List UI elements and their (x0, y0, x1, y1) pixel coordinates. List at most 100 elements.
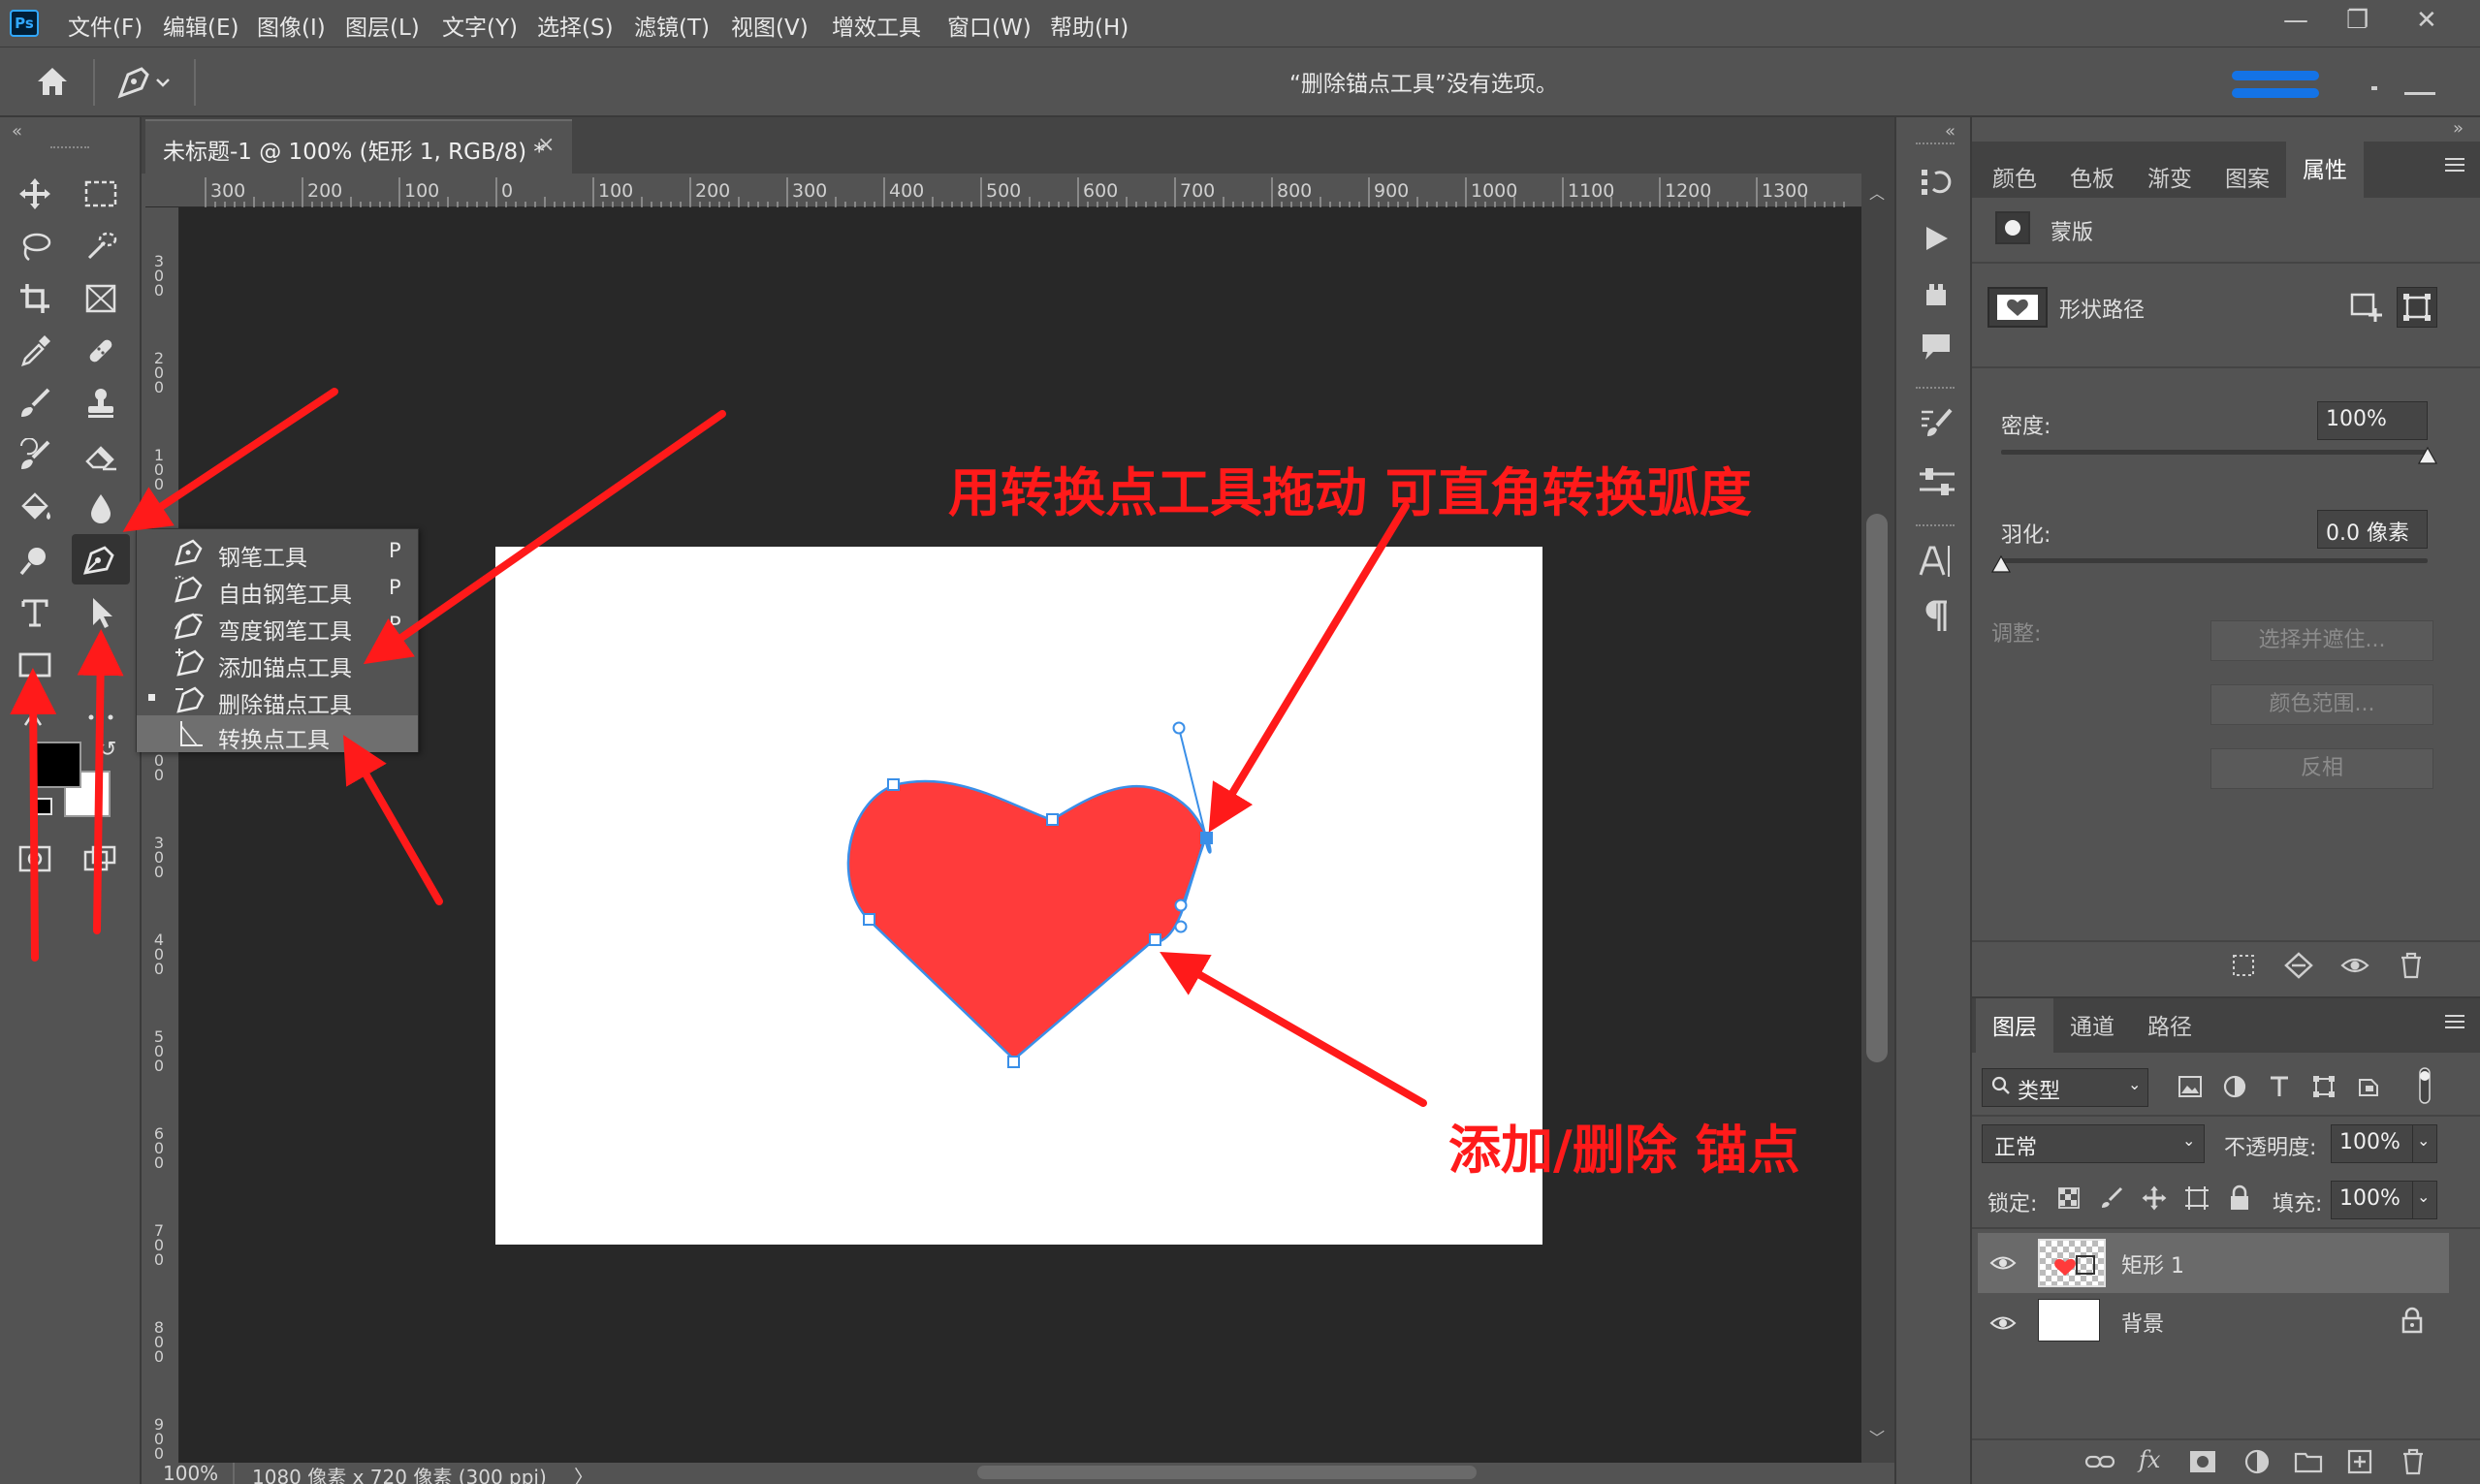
paragraph-panel-icon[interactable] (1922, 598, 1951, 633)
fill-value: 100% (2339, 1186, 2401, 1211)
shape-path-thumbnail[interactable] (1987, 287, 2048, 328)
blend-mode-select[interactable]: 正常 ⌄ (1982, 1124, 2205, 1163)
eye-icon[interactable] (1989, 1252, 2017, 1274)
density-slider-thumb[interactable] (2417, 446, 2438, 467)
tab-swatches[interactable]: 色板 (2053, 150, 2131, 199)
tab-gradients[interactable]: 渐变 (2131, 150, 2209, 199)
delete-layer-icon[interactable] (2401, 1448, 2426, 1475)
character-panel-icon[interactable] (1918, 542, 1953, 581)
add-path-mask-icon[interactable] (2350, 291, 2385, 324)
layer-row-shape[interactable]: 矩形 1 (1978, 1233, 2449, 1293)
comments-panel-icon[interactable] (1920, 331, 1953, 363)
apply-mask-icon[interactable] (2284, 952, 2313, 979)
collapse-panels-icon[interactable]: » (2453, 118, 2464, 139)
adjust-label: 调整: (1991, 622, 2042, 647)
filter-toggle-icon[interactable] (2416, 1066, 2433, 1105)
arrow-to-add-anchor (363, 410, 726, 665)
tab-paths[interactable]: 路径 (2131, 998, 2209, 1047)
adjustments-panel-icon[interactable] (1918, 466, 1956, 499)
tab-layers[interactable]: 图层 (1976, 998, 2053, 1053)
fill-label: 填充: (2273, 1192, 2323, 1216)
divider (1972, 1115, 2480, 1117)
feather-label: 羽化: (2001, 523, 2051, 548)
chevron-down-icon: ⌄ (2128, 1075, 2142, 1093)
actions-play-icon[interactable] (1922, 224, 1951, 253)
link-layers-icon[interactable] (2084, 1450, 2115, 1473)
layer-style-fx-icon[interactable]: fx (2139, 1446, 2160, 1473)
arrow-to-rectangle-tool (10, 668, 57, 962)
arrow-to-path-selection (77, 629, 124, 934)
tab-properties[interactable]: 属性 (2286, 142, 2364, 198)
feather-field[interactable]: 0.0 像素 (2317, 510, 2428, 549)
eye-icon[interactable] (1989, 1312, 2017, 1334)
tab-color[interactable]: 颜色 (1976, 150, 2053, 199)
tab-channels[interactable]: 通道 (2053, 998, 2131, 1047)
select-and-mask-button[interactable]: 选择并遮住... (2210, 620, 2433, 661)
delete-mask-icon[interactable] (2399, 952, 2424, 979)
divider (1972, 366, 2480, 368)
history-panel-icon[interactable] (1920, 166, 1953, 199)
search-icon (1990, 1075, 2012, 1096)
chevron-down-icon: ⌄ (2182, 1131, 2196, 1150)
filter-adjustment-icon[interactable] (2222, 1074, 2247, 1099)
chevron-down-icon: ⌄ (2417, 1187, 2431, 1206)
panel-grip[interactable] (1916, 524, 1955, 526)
filter-type-icon[interactable] (2267, 1074, 2292, 1099)
glyphs-panel-icon[interactable] (1922, 280, 1951, 309)
opacity-value: 100% (2339, 1130, 2401, 1154)
load-selection-icon[interactable] (2230, 952, 2257, 979)
feather-slider-thumb[interactable] (1990, 554, 2012, 576)
divider (1972, 940, 2480, 942)
chevron-down-icon: ⌄ (2417, 1131, 2431, 1150)
filter-pixel-icon[interactable] (2178, 1074, 2203, 1099)
lock-icon (2401, 1307, 2424, 1334)
group-folder-icon[interactable] (2294, 1450, 2323, 1473)
invert-button[interactable]: 反相 (2210, 748, 2433, 789)
layer-filter-select[interactable]: 类型 ⌄ (1982, 1068, 2148, 1107)
layer-row-background[interactable]: 背景 (1978, 1293, 2449, 1353)
lock-transparent-icon[interactable] (2057, 1186, 2081, 1210)
layer-name[interactable]: 矩形 1 (2121, 1248, 2184, 1279)
opacity-dropdown[interactable]: ⌄ (2412, 1124, 2437, 1163)
layer-filter-label: 类型 (2018, 1080, 2061, 1104)
panel-menu-icon[interactable] (2443, 155, 2466, 174)
filter-smart-object-icon[interactable] (2356, 1074, 2381, 1099)
arrow-to-anchor-point (1160, 952, 1427, 1107)
arrow-to-pen-tool (122, 388, 338, 532)
panel-grip[interactable] (1916, 142, 1955, 144)
annotation-convert-note: 用转换点工具拖动 可直角转换弧度 (948, 461, 1752, 523)
brush-settings-icon[interactable] (1920, 406, 1955, 439)
adjustment-layer-icon[interactable] (2243, 1448, 2271, 1475)
density-slider-track[interactable] (2001, 450, 2428, 455)
shape-path-label: 形状路径 (2059, 299, 2146, 323)
lock-label: 锁定: (1987, 1192, 2038, 1216)
feather-slider-track[interactable] (2001, 558, 2428, 563)
path-mask-icon[interactable] (2397, 287, 2437, 328)
lock-artboard-icon[interactable] (2183, 1184, 2210, 1212)
toggle-visibility-icon[interactable] (2340, 954, 2369, 977)
mask-label: 蒙版 (2051, 221, 2094, 245)
lock-position-icon[interactable] (2141, 1184, 2168, 1212)
divider (1972, 262, 2480, 264)
opacity-label: 不透明度: (2224, 1136, 2317, 1160)
annotation-anchor-note: 添加/删除 锚点 (1448, 1119, 1800, 1181)
density-field[interactable]: 100% (2317, 401, 2428, 440)
layers-panel-menu-icon[interactable] (2443, 1012, 2466, 1031)
blend-mode-value: 正常 (1994, 1136, 2038, 1160)
mask-icon (1995, 211, 2030, 244)
lock-pixels-icon[interactable] (2100, 1184, 2125, 1210)
tab-patterns[interactable]: 图案 (2209, 150, 2286, 199)
expand-panels-icon[interactable]: « (1945, 121, 1955, 142)
layer-thumbnail-background (2038, 1299, 2100, 1342)
panel-grip[interactable] (1916, 387, 1955, 389)
color-range-button[interactable]: 颜色范围... (2210, 684, 2433, 725)
new-layer-icon[interactable] (2346, 1448, 2373, 1475)
layer-name[interactable]: 背景 (2121, 1307, 2164, 1338)
add-mask-icon[interactable] (2189, 1450, 2216, 1473)
arrow-to-convert-point (343, 735, 443, 905)
divider (1972, 1227, 2480, 1229)
fill-dropdown[interactable]: ⌄ (2412, 1181, 2437, 1219)
filter-shape-icon[interactable] (2311, 1074, 2337, 1099)
arrow-to-handle-anchor (1208, 502, 1410, 833)
lock-all-icon[interactable] (2228, 1184, 2251, 1212)
